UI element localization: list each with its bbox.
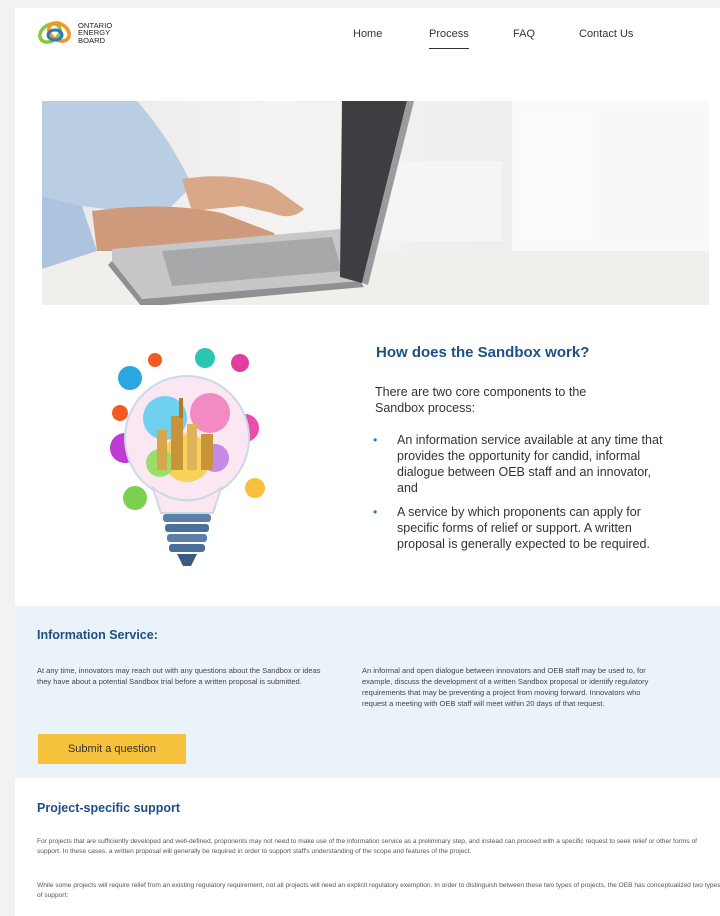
list-item: • An information service available at an… — [371, 432, 671, 496]
project-paragraph-2: While some projects will require relief … — [37, 882, 720, 899]
main-nav: Home Process FAQ Contact Us — [15, 28, 720, 49]
project-support-heading: Project-specific support — [37, 801, 181, 815]
nav-contact-us[interactable]: Contact Us — [579, 28, 633, 40]
info-heading: Information Service: — [37, 628, 158, 642]
submit-question-button[interactable]: Submit a question — [38, 734, 186, 764]
how-heading: How does the Sandbox work? — [376, 344, 590, 361]
bullet-text: A service by which proponents can apply … — [397, 505, 650, 551]
lightbulb-city-splash-illustration — [110, 348, 265, 566]
page: ONTARIO ENERGY BOARD Home Process FAQ Co… — [15, 8, 720, 916]
laptop-typing-illustration — [42, 101, 709, 305]
nav-process[interactable]: Process — [429, 28, 469, 49]
list-item: • A service by which proponents can appl… — [371, 504, 671, 552]
bullet-icon: • — [373, 433, 378, 447]
bullet-icon: • — [373, 505, 378, 519]
how-bullet-list: • An information service available at an… — [371, 432, 671, 560]
project-paragraph-1: For projects that are sufficiently devel… — [37, 838, 697, 855]
nav-home[interactable]: Home — [353, 28, 382, 40]
nav-faq[interactable]: FAQ — [513, 28, 535, 40]
how-intro-text: There are two core components to the San… — [375, 385, 587, 415]
site-header: ONTARIO ENERGY BOARD Home Process FAQ Co… — [15, 8, 720, 68]
bullet-text: An information service available at any … — [397, 433, 663, 495]
info-right-text: An informal and open dialogue between in… — [362, 666, 649, 708]
info-left-text: At any time, innovators may reach out wi… — [37, 666, 321, 686]
hero-image — [42, 101, 709, 305]
information-service-section: Information Service: At any time, innova… — [15, 606, 720, 778]
